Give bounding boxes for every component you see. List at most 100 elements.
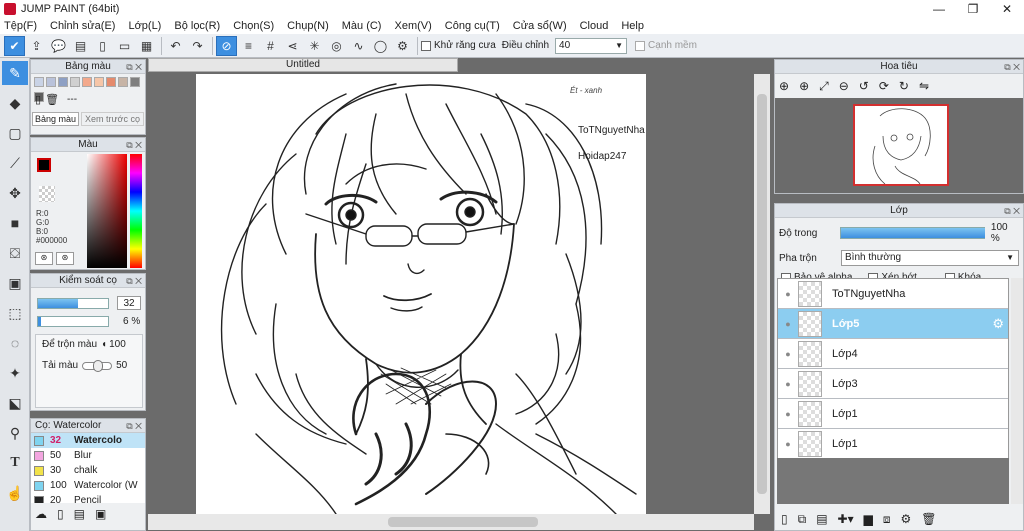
slider-knob[interactable] — [93, 359, 104, 372]
undo-icon[interactable]: ↶ — [165, 36, 186, 56]
palette-swatch[interactable] — [118, 77, 128, 87]
hand-tool-icon[interactable]: ☝ — [2, 481, 28, 505]
hue-slider[interactable] — [130, 154, 142, 268]
layer-row[interactable]: ● Lớp3 — [778, 369, 1008, 399]
soft-edge-checkbox[interactable] — [635, 40, 646, 51]
menu-layer[interactable]: Lớp(L) — [128, 20, 161, 32]
maximize-button[interactable]: ❐ — [956, 0, 990, 18]
panel-window-icons[interactable]: ⧉ ✕ — [1004, 204, 1020, 218]
layer-gear-icon[interactable]: ⚙ — [992, 316, 1004, 332]
magic-wand-tool-icon[interactable]: ✦ — [2, 361, 28, 385]
document-icon[interactable]: ▭ — [114, 36, 135, 56]
layer-copy-icon[interactable]: ▤ — [816, 512, 827, 526]
panel-window-icons[interactable]: ⧉ ✕ — [1004, 60, 1020, 74]
vanishing-point-icon[interactable]: ⋖ — [282, 36, 303, 56]
rotate-right-icon[interactable]: ↻ — [899, 79, 909, 93]
palette-swatch[interactable] — [106, 77, 116, 87]
delete-layer-icon[interactable]: 🗑 — [921, 512, 936, 526]
close-button[interactable]: ✕ — [990, 0, 1024, 18]
concentric-icon[interactable]: ◎ — [326, 36, 347, 56]
saturation-value-picker[interactable] — [87, 154, 127, 268]
new-swatch-icon[interactable]: ▯ — [35, 93, 41, 106]
shape-tool-icon[interactable]: ■ — [2, 211, 28, 235]
palette-swatch[interactable] — [82, 77, 92, 87]
brush-settings-icon[interactable]: ▣ — [95, 507, 106, 521]
menu-capture[interactable]: Chụp(N) — [287, 20, 329, 32]
layer-row[interactable]: ● ToTNguyetNha — [778, 279, 1008, 309]
menu-file[interactable]: Tệp(F) — [4, 20, 37, 32]
tab-palette[interactable]: Bảng màu — [32, 112, 80, 126]
brush-opacity-slider[interactable] — [37, 316, 109, 327]
rect-select-tool-icon[interactable]: ▢ — [2, 121, 28, 145]
brush-tool-icon[interactable]: ✎ — [2, 61, 28, 85]
cloud-check-icon[interactable]: ✔ — [4, 35, 25, 56]
lasso-tool-icon[interactable]: ◌ — [2, 331, 28, 355]
line-tool-icon[interactable]: ⟋ — [2, 151, 28, 175]
gradient-tool-icon[interactable]: ▣ — [2, 271, 28, 295]
select-pen-tool-icon[interactable]: ⬕ — [2, 391, 28, 415]
tab-brush-preview[interactable]: Xem trước cọ — [81, 112, 144, 126]
layer-row[interactable]: ● Lớp1 — [778, 429, 1008, 459]
comment-icon[interactable]: ▤ — [70, 36, 91, 56]
navigator-preview[interactable] — [853, 104, 949, 186]
cloud-download-icon[interactable]: ☁ — [35, 507, 47, 521]
new-brush-icon[interactable]: ▯ — [57, 507, 64, 521]
menu-view[interactable]: Xem(V) — [394, 20, 431, 32]
color-history-icon[interactable]: ⊛ — [35, 252, 53, 265]
zoom-fit-icon[interactable]: ⊕ — [779, 79, 789, 93]
palette-swatch[interactable] — [94, 77, 104, 87]
adjust-select[interactable]: 40 ▼ — [555, 37, 628, 54]
snap-off-icon[interactable]: ⊘ — [216, 35, 237, 56]
horizontal-scroll-thumb[interactable] — [388, 517, 538, 527]
new-layer-icon[interactable]: ▯ — [781, 512, 788, 526]
trash-icon[interactable]: 🗑 — [45, 93, 59, 106]
folder-icon[interactable]: ▆ — [864, 512, 873, 526]
palette-swatch[interactable] — [34, 77, 44, 87]
layer-row[interactable]: ● Lớp5 ⚙ — [778, 309, 1008, 339]
horizontal-scrollbar[interactable] — [148, 514, 754, 530]
visibility-icon[interactable]: ● — [778, 409, 798, 419]
visibility-icon[interactable]: ● — [778, 289, 798, 299]
text-tool-icon[interactable]: T — [2, 451, 28, 475]
brush-item[interactable]: 100 Watercolor (W — [31, 478, 145, 493]
panel-window-icons[interactable]: ⧉ ✕ — [126, 138, 142, 152]
dial-icon[interactable]: ◖ — [101, 339, 107, 350]
menu-select[interactable]: Chọn(S) — [233, 20, 274, 32]
visibility-icon[interactable]: ● — [778, 379, 798, 389]
settings-icon[interactable]: ⚙ — [392, 36, 413, 56]
palette-swatch[interactable] — [58, 77, 68, 87]
minimize-button[interactable]: — — [922, 0, 956, 18]
grid-settings-icon[interactable]: ▦ — [136, 36, 157, 56]
menu-cloud[interactable]: Cloud — [580, 20, 609, 32]
palette-swatch[interactable] — [130, 77, 140, 87]
parallel-lines-icon[interactable]: ≡ — [238, 36, 259, 56]
visibility-icon[interactable]: ● — [778, 349, 798, 359]
rotate-left-icon[interactable]: ↺ — [859, 79, 869, 93]
layer-vscroll[interactable] — [1011, 278, 1023, 504]
visibility-icon[interactable]: ● — [778, 439, 798, 449]
zoom-out-icon[interactable]: ⊖ — [839, 79, 849, 93]
redo-icon[interactable]: ↷ — [187, 36, 208, 56]
marquee-tool-icon[interactable]: ⬚ — [2, 301, 28, 325]
menu-window[interactable]: Cửa sổ(W) — [513, 20, 567, 32]
layer-row[interactable]: ● Lớp4 — [778, 339, 1008, 369]
vertical-scroll-thumb[interactable] — [757, 94, 767, 494]
export-icon[interactable]: ⇪ — [26, 36, 47, 56]
circle-icon[interactable]: ◯ — [370, 36, 391, 56]
panel-window-icons[interactable]: ⧉ ✕ — [126, 419, 142, 433]
rotate-reset-icon[interactable]: ⟳ — [879, 79, 889, 93]
size-value[interactable]: 32 — [117, 296, 141, 310]
eraser-tool-icon[interactable]: ◆ — [2, 91, 28, 115]
brush-item[interactable]: 20 Pencil — [31, 493, 145, 503]
panel-window-icons[interactable]: ⧉ ✕ — [126, 60, 142, 74]
zoom-in-icon[interactable]: ⊕ — [799, 79, 809, 93]
brush-item[interactable]: 50 Blur — [31, 448, 145, 463]
menu-color[interactable]: Màu (C) — [342, 20, 382, 32]
radial-lines-icon[interactable]: ✳ — [304, 36, 325, 56]
document-tab[interactable]: Untitled — [148, 58, 458, 72]
menu-edit[interactable]: Chỉnh sửa(E) — [50, 20, 115, 32]
page-icon[interactable]: ▯ — [92, 36, 113, 56]
move-tool-icon[interactable]: ✥ — [2, 181, 28, 205]
eyedropper-tool-icon[interactable]: ⚲ — [2, 421, 28, 445]
layer-row[interactable]: ● Lớp1 — [778, 399, 1008, 429]
